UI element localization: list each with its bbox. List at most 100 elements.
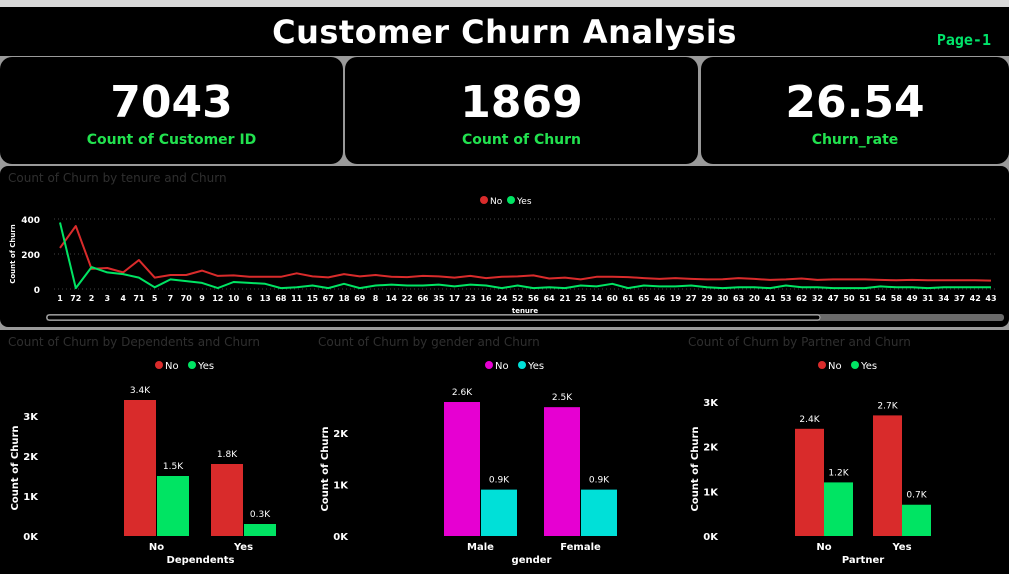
data-label: 2.5K [552,393,573,403]
data-label: 0.9K [489,476,510,486]
gender-bar-chart[interactable]: No Yes 0K 1K 2KCount of Churn 2.6K 0.9K Male 2.5… [310,330,680,574]
series-line-yes[interactable] [59,222,991,290]
x-tick-label: 66 [417,294,429,303]
x-axis-label: Partner [842,555,884,566]
x-tick-label: 34 [938,294,950,303]
bar-no-no[interactable] [124,400,156,536]
x-tick-label: Yes [891,542,911,553]
y-axis-label: Count of Churn [690,426,701,511]
page-header: Customer Churn Analysis Page-1 [0,7,1009,56]
x-tick-label: Yes [233,542,253,553]
dependents-bar-chart[interactable]: No Yes 0K 1K 2K 3KCount of Churn 3.4K 1.5K No 1.8… [0,330,310,574]
x-tick-label: 43 [985,294,996,303]
legend-no-label: No [490,197,503,207]
x-tick-label: 46 [654,294,666,303]
x-tick-label: 35 [433,294,445,303]
x-tick-label: 12 [212,294,223,303]
tenure-line-chart[interactable]: No Yes0200400Count of Churn1 72 2 3 4 71 5 7 70 9 1… [0,166,1009,327]
x-tick-label: 68 [275,294,287,303]
x-tick-label: 63 [733,294,744,303]
x-tick-label: 60 [607,294,619,303]
top-strip [0,0,1009,7]
y-tick-label: 0K [23,532,39,543]
x-tick-label: 56 [528,294,540,303]
bar-female-yes[interactable] [581,489,617,536]
bar-no-yes[interactable] [157,476,189,536]
legend-no-marker [818,361,826,369]
bar-yes-yes[interactable] [244,524,276,536]
bar-yes-no[interactable] [211,464,243,536]
y-tick-label: 1K [333,480,349,491]
x-tick-label: 11 [291,294,303,303]
y-tick-label: 0K [703,532,719,543]
x-tick-label: 52 [512,294,523,303]
x-tick-label: 7 [168,294,174,303]
data-label: 1.5K [163,462,184,472]
x-tick-label: 50 [843,294,855,303]
y-axis-label: Count of Churn [320,426,331,511]
legend-yes-marker [851,361,859,369]
legend-yes-label: Yes [527,361,544,372]
legend-yes-label: Yes [860,361,877,372]
kpi-card-churn-rate[interactable]: 26.54 Churn_rate [701,57,1009,164]
partner-bar-chart[interactable]: No Yes 0K 1K 2K 3K Count of Churn 2.4K 1.2K No 2.7… [680,330,1009,574]
x-tick-label: 22 [402,294,413,303]
bar-male-yes[interactable] [481,489,517,536]
x-tick-label: 29 [701,294,713,303]
x-tick-label: 23 [465,294,476,303]
x-tick-label: Female [560,542,601,553]
y-axis-label: Count of Churn [9,224,17,284]
kpi-value-customers: 7043 [110,77,233,128]
x-tick-label: 41 [765,294,777,303]
x-tick-label: 20 [749,294,761,303]
x-tick-label: 71 [133,294,145,303]
bar-no-no[interactable] [795,428,824,536]
x-tick-label: 15 [307,294,319,303]
bar-yes-yes[interactable] [902,504,931,536]
page-title: Customer Churn Analysis [272,13,737,51]
kpi-label-customers: Count of Customer ID [86,132,257,148]
x-tick-label: 49 [907,294,919,303]
bar-yes-no[interactable] [873,415,902,536]
bar-female-no[interactable] [544,407,580,536]
legend-no-label: No [495,361,509,372]
bar-no-yes[interactable] [824,482,853,536]
x-tick-label: No [149,542,164,553]
kpi-card-customers[interactable]: 7043 Count of Customer ID [0,57,343,164]
x-tick-label: 47 [828,294,839,303]
x-tick-label: 51 [859,294,871,303]
x-tick-label: 16 [480,294,492,303]
x-tick-label: 14 [591,294,603,303]
x-tick-label: 5 [152,294,158,303]
kpi-value-churn-rate: 26.54 [785,77,925,128]
x-tick-label: 8 [373,294,379,303]
page-label[interactable]: Page-1 [937,31,991,49]
x-tick-label: 30 [717,294,729,303]
data-label: 2.6K [452,388,473,398]
data-label: 2.4K [799,415,820,425]
x-tick-label: 58 [891,294,903,303]
x-tick-label: 70 [181,294,193,303]
dependents-chart-panel[interactable]: Count of Churn by Dependents and Churn N… [0,330,310,574]
x-tick-label: 18 [338,294,350,303]
y-tick-label: 0 [34,286,40,296]
x-tick-label: 53 [780,294,791,303]
y-tick-label: 2K [23,452,39,463]
bar-male-no[interactable] [444,402,480,536]
x-axis-label: tenure [512,307,539,315]
kpi-card-churn[interactable]: 1869 Count of Churn [345,57,698,164]
series-line-no[interactable] [59,225,992,282]
data-label: 3.4K [130,386,151,396]
y-axis-label: Count of Churn [10,425,21,510]
y-tick-label: 200 [21,251,40,261]
y-tick-label: 2K [703,443,719,454]
legend-yes-label: Yes [516,197,532,207]
x-tick-label: 1 [57,294,63,303]
x-tick-label: 13 [260,294,271,303]
x-tick-label: 24 [496,294,508,303]
gender-chart-panel[interactable]: Count of Churn by gender and Churn No Yes… [310,330,680,574]
partner-chart-panel[interactable]: Count of Churn by Partner and Churn No Ye… [680,330,1009,574]
legend-yes-marker [507,196,515,204]
tenure-chart-panel[interactable]: Count of Churn by tenure and Churn No Yes… [0,166,1009,327]
scrollbar-thumb[interactable] [46,314,821,321]
